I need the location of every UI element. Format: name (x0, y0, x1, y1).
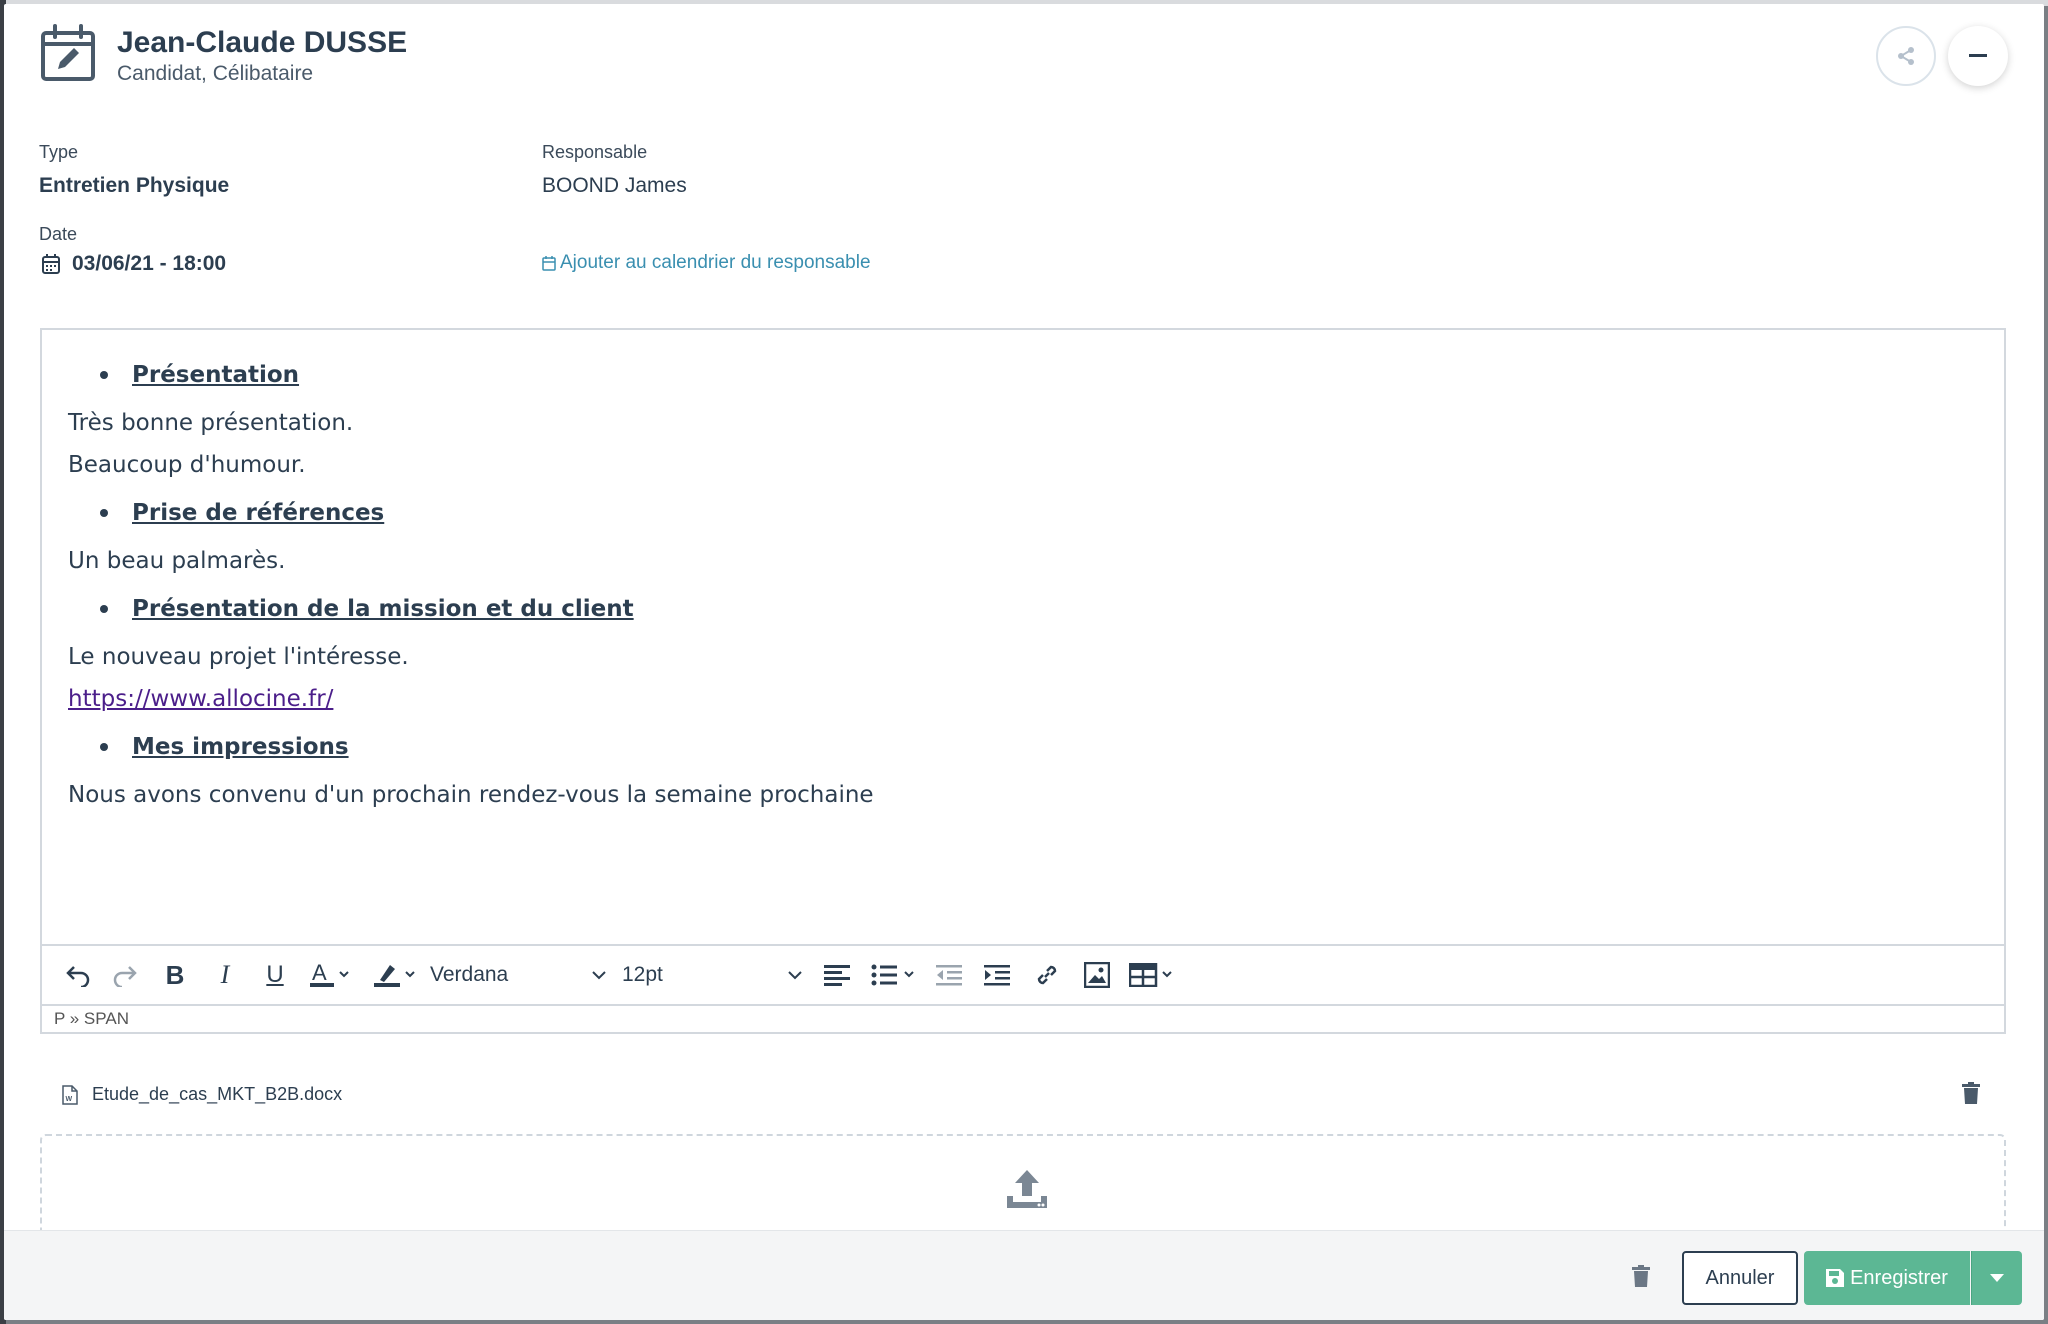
image-icon (1084, 962, 1110, 988)
save-options-button[interactable] (1971, 1251, 2022, 1305)
bold-button[interactable]: B (150, 955, 200, 995)
section-heading: Prise de références (132, 500, 385, 526)
paragraph: Le nouveau projet l'intéresse. (68, 644, 409, 670)
trash-icon (1962, 1082, 1980, 1104)
italic-button[interactable]: I (200, 955, 250, 995)
chevron-down-icon (592, 971, 606, 980)
undo-icon (66, 966, 90, 987)
add-to-calendar-link[interactable]: Ajouter au calendrier du responsable (542, 252, 871, 274)
list-item: Présentation de la mission et du client (68, 582, 1978, 636)
caret-down-icon (1990, 1274, 2004, 1282)
section-heading: Présentation de la mission et du client (132, 596, 634, 622)
underline-icon: U (266, 961, 284, 988)
text-color-button[interactable]: A (300, 955, 360, 995)
section-heading: Mes impressions (132, 734, 349, 760)
bullet-list-icon (871, 964, 914, 986)
delete-action-button[interactable] (1632, 1265, 1650, 1292)
paragraph: Très bonne présentation. (68, 410, 354, 436)
candidate-subtitle: Candidat, Célibataire (117, 62, 314, 85)
indent-button[interactable] (972, 955, 1022, 995)
responsable-value: BOOND James (542, 174, 687, 197)
font-size-select[interactable]: 12pt (616, 955, 812, 995)
font-family-select[interactable]: Verdana (430, 955, 616, 995)
date-row: 03/06/21 - 18:00 (42, 252, 226, 276)
calendar-edit-icon (40, 24, 100, 86)
type-value: Entretien Physique (39, 174, 230, 197)
highlight-color-button[interactable] (360, 955, 430, 995)
paragraph: Nous avons convenu d'un prochain rendez-… (68, 782, 874, 808)
table-icon (1129, 963, 1172, 987)
editor-content[interactable]: Présentation Très bonne présentation. Be… (42, 330, 2004, 944)
highlight-icon (374, 965, 415, 987)
attachment-item[interactable]: W Etude_de_cas_MKT_B2B.docx (62, 1084, 342, 1105)
redo-icon (113, 966, 137, 987)
delete-attachment-button[interactable] (1962, 1082, 1980, 1109)
minimize-button[interactable] (1948, 26, 2008, 86)
list-item: Prise de références (68, 486, 1978, 540)
word-document-icon: W (62, 1084, 78, 1105)
calendar-icon (42, 254, 60, 274)
date-value[interactable]: 03/06/21 - 18:00 (72, 252, 226, 276)
list-item: Mes impressions (68, 720, 1978, 774)
save-label: Enregistrer (1850, 1266, 1948, 1289)
editor-statusbar: P » SPAN (42, 1004, 2004, 1032)
insert-table-button[interactable] (1122, 955, 1182, 995)
svg-text:W: W (66, 1096, 73, 1103)
bullet-list-button[interactable] (862, 955, 926, 995)
insert-image-button[interactable] (1072, 955, 1122, 995)
bold-icon: B (165, 959, 185, 990)
share-button[interactable] (1876, 26, 1936, 86)
modal-footer: Annuler Enregistrer (4, 1230, 2044, 1320)
paragraph-link: https://www.allocine.fr/ (68, 678, 1978, 720)
font-size-value: 12pt (622, 963, 663, 986)
insert-link-button[interactable] (1022, 955, 1072, 995)
minus-icon (1969, 54, 1987, 57)
font-family-value: Verdana (430, 963, 509, 986)
outdent-button[interactable] (926, 955, 972, 995)
redo-button[interactable] (100, 955, 150, 995)
add-to-calendar-label: Ajouter au calendrier du responsable (560, 252, 871, 273)
type-label: Type (39, 142, 79, 162)
date-label: Date (39, 224, 78, 244)
undo-button[interactable] (56, 955, 100, 995)
save-icon (1826, 1269, 1845, 1287)
candidate-name: Jean-Claude DUSSE (117, 26, 408, 59)
editor-toolbar: B I U A Verdana 12pt (42, 944, 2004, 1004)
paragraph: Un beau palmarès. (68, 548, 286, 574)
bullet (100, 371, 108, 379)
bullet (100, 509, 108, 517)
indent-icon (984, 965, 1010, 986)
chevron-down-icon (788, 971, 802, 980)
outdent-icon (936, 965, 962, 986)
align-button[interactable] (812, 955, 862, 995)
save-button[interactable]: Enregistrer (1804, 1251, 1970, 1305)
paragraph: Beaucoup d'humour. (68, 452, 306, 478)
svg-text:A: A (312, 962, 327, 985)
list-item: Présentation (68, 348, 1978, 402)
bullet (100, 743, 108, 751)
section-heading: Présentation (132, 362, 300, 388)
responsable-label: Responsable (542, 142, 648, 162)
attachment-filename: Etude_de_cas_MKT_B2B.docx (92, 1084, 343, 1104)
cancel-button[interactable]: Annuler (1682, 1251, 1798, 1305)
content-link[interactable]: https://www.allocine.fr/ (68, 686, 333, 712)
text-color-icon: A (310, 962, 349, 987)
share-icon (1898, 47, 1914, 65)
rich-text-editor: Présentation Très bonne présentation. Be… (40, 328, 2006, 1034)
underline-button[interactable]: U (250, 955, 300, 995)
italic-icon: I (220, 960, 230, 989)
link-icon (1037, 965, 1057, 985)
trash-icon (1632, 1265, 1650, 1287)
upload-icon (1004, 1166, 1050, 1217)
bullet (100, 605, 108, 613)
align-left-icon (824, 965, 850, 986)
event-modal: Jean-Claude DUSSE Candidat, Célibataire … (4, 4, 2044, 1320)
calendar-small-icon (542, 255, 556, 271)
